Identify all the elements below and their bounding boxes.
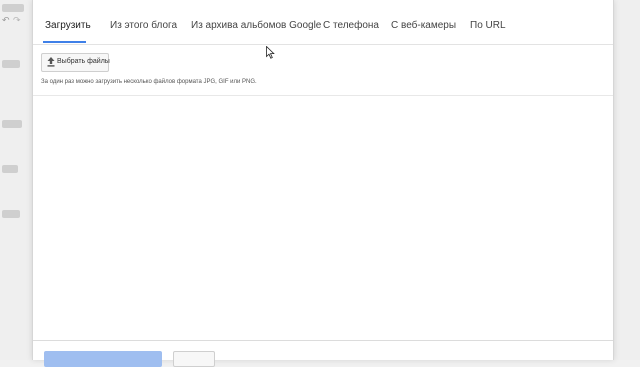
background-editor-strip: ↶ ↷: [0, 0, 32, 360]
footer-divider: [33, 340, 613, 341]
tab-from-this-blog[interactable]: Из этого блога: [110, 20, 177, 31]
tab-from-phone[interactable]: С телефона: [323, 20, 379, 31]
background-fragment: [2, 4, 24, 12]
background-fragment: [2, 210, 20, 218]
choose-files-label: Выбрать файлы: [57, 58, 110, 65]
divider: [33, 95, 613, 96]
active-tab-indicator: [43, 41, 86, 43]
background-fragment: [2, 60, 20, 68]
image-upload-dialog: Загрузить Из этого блога Из архива альбо…: [32, 0, 614, 367]
source-tabs: Загрузить Из этого блога Из архива альбо…: [33, 14, 613, 45]
dialog-title-fragment: [33, 0, 163, 4]
undo-icon: ↶: [2, 15, 10, 25]
mouse-pointer-icon: [266, 46, 275, 59]
cancel-button[interactable]: [173, 351, 215, 367]
upload-icon: [47, 57, 55, 67]
choose-files-button[interactable]: Выбрать файлы: [41, 53, 110, 72]
background-right-strip: [612, 0, 640, 360]
tab-by-url[interactable]: По URL: [470, 20, 506, 31]
tab-from-webcam[interactable]: С веб-камеры: [391, 20, 456, 31]
upload-hint-text: За один раз можно загрузить несколько фа…: [41, 79, 257, 85]
background-fragment: [2, 165, 18, 173]
tab-upload[interactable]: Загрузить: [45, 20, 91, 31]
add-selected-button[interactable]: [44, 351, 162, 367]
tab-google-album-archive[interactable]: Из архива альбомов Google: [191, 20, 321, 31]
redo-icon: ↷: [13, 15, 21, 25]
background-fragment: [2, 120, 22, 128]
